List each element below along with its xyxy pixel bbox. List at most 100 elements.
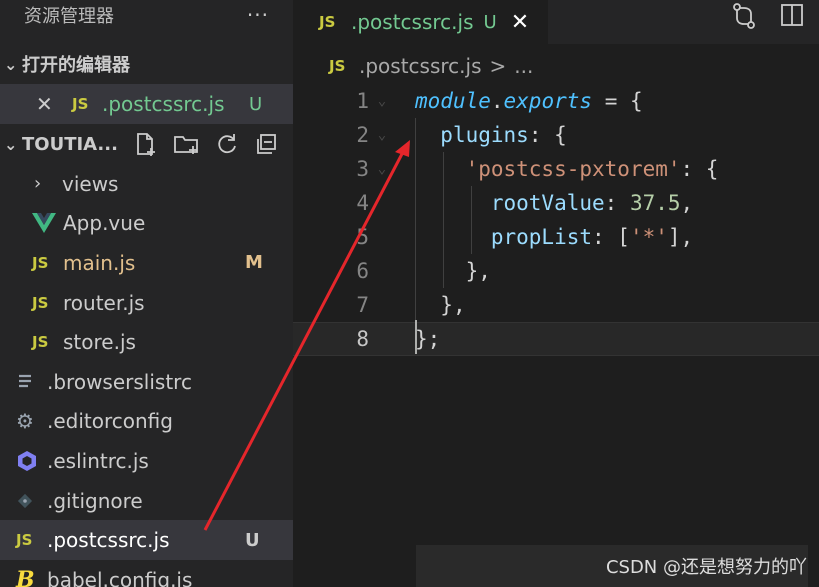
code-text: }, <box>395 293 465 317</box>
gear-icon: ⚙ <box>16 409 34 434</box>
code-text: plugins: { <box>395 123 567 147</box>
open-editors-label: 打开的编辑器 <box>22 55 130 76</box>
tree-item-editorconfig[interactable]: ⚙ .editorconfig <box>0 402 293 442</box>
chevron-down-icon: ⌄ <box>4 134 18 154</box>
lines-file-icon <box>16 373 47 391</box>
tree-item-gitignore[interactable]: .gitignore <box>0 481 293 521</box>
fold-chevron-icon[interactable]: ⌄ <box>369 93 395 109</box>
close-tab-icon[interactable]: ✕ <box>511 10 529 35</box>
code-text: module.exports = { <box>395 89 643 113</box>
git-status-badge: M <box>245 252 263 274</box>
breadcrumb-file[interactable]: .postcssrc.js <box>359 54 482 78</box>
split-editor-icon[interactable] <box>779 2 805 34</box>
breadcrumb-rest[interactable]: ... <box>514 54 533 78</box>
tree-item-label: .gitignore <box>47 488 143 513</box>
tree-item-label: views <box>62 171 119 196</box>
breadcrumb-separator: > <box>489 54 507 78</box>
new-folder-icon[interactable] <box>172 131 200 157</box>
more-actions-icon[interactable]: ··· <box>247 3 269 27</box>
new-file-icon[interactable] <box>132 131 158 157</box>
js-file-icon: JS <box>32 253 49 272</box>
git-icon <box>16 492 47 510</box>
code-text: 'postcss-pxtorem': { <box>395 157 719 181</box>
js-file-icon: JS <box>319 13 336 31</box>
code-text: }; <box>395 327 440 351</box>
git-status-badge: U <box>483 11 497 33</box>
fold-chevron-icon[interactable]: ⌄ <box>369 127 395 143</box>
js-file-icon: JS <box>32 333 49 352</box>
chevron-right-icon: › <box>34 173 42 195</box>
js-file-icon: JS <box>32 293 49 312</box>
js-file-icon: JS <box>329 57 346 75</box>
tree-item-label: .browserslistrc <box>47 369 192 394</box>
open-editors-section-header[interactable]: ⌄ 打开的编辑器 <box>0 44 293 84</box>
project-name: TOUTIA... <box>22 133 118 155</box>
code-line[interactable]: 6 }, <box>293 254 819 288</box>
code-token: propList <box>490 225 593 249</box>
code-token: : <box>604 191 630 215</box>
tree-item-views[interactable]: › views <box>0 164 293 204</box>
code-token: : [ <box>592 225 630 249</box>
tree-item-app-vue[interactable]: App.vue <box>0 204 293 244</box>
line-number: 6 <box>356 259 369 283</box>
project-section-header[interactable]: ⌄ TOUTIA... <box>0 124 293 164</box>
code-line[interactable]: 4 rootValue: 37.5, <box>293 186 819 220</box>
open-editor-item[interactable]: ✕ JS .postcssrc.js U <box>0 84 293 124</box>
tree-item-browserslistrc[interactable]: .browserslistrc <box>0 362 293 402</box>
tree-item-label: .postcssrc.js <box>47 528 170 553</box>
code-token: }; <box>415 327 441 351</box>
code-line[interactable]: 2 ⌄ plugins: { <box>293 118 819 152</box>
explorer-header: 资源管理器 ··· <box>0 0 293 30</box>
open-editor-filename: .postcssrc.js <box>102 92 225 116</box>
tab-bar: JS .postcssrc.js U ✕ <box>293 0 819 44</box>
tree-item-label: main.js <box>63 250 136 275</box>
code-editor[interactable]: 1 ⌄ module.exports = {2 ⌄ plugins: {3 ⌄ 'pos… <box>293 84 819 356</box>
tree-item-babel-config[interactable]: B babel.config.js <box>0 560 293 587</box>
refresh-icon[interactable] <box>214 131 240 157</box>
tree-item-postcssrc[interactable]: JS .postcssrc.js U <box>0 520 293 560</box>
tree-item-label: router.js <box>63 290 145 315</box>
collapse-all-icon[interactable] <box>254 131 280 157</box>
source-control-compare-icon[interactable] <box>731 2 757 34</box>
eslint-icon <box>16 450 47 472</box>
code-token: module <box>415 89 491 113</box>
code-token: }, <box>465 259 491 283</box>
line-number: 2 <box>356 123 369 147</box>
code-token: . <box>490 89 504 113</box>
watermark: CSDN @还是想努力的吖 <box>605 557 807 578</box>
code-token: 'postcss-pxtorem' <box>465 157 681 181</box>
code-token: '*' <box>629 225 668 249</box>
code-token: : { <box>680 157 719 181</box>
line-number: 5 <box>356 225 369 249</box>
code-line[interactable]: 5 propList: ['*'], <box>293 220 819 254</box>
editor-area: JS .postcssrc.js U ✕ JS .postcssrc.js > … <box>293 0 819 587</box>
code-line[interactable]: 7 }, <box>293 288 819 322</box>
tree-item-main-js[interactable]: JS main.js M <box>0 243 293 283</box>
breadcrumb: JS .postcssrc.js > ... <box>293 44 819 88</box>
fold-chevron-icon[interactable]: ⌄ <box>369 161 395 177</box>
line-number: 8 <box>356 327 369 351</box>
tree-item-store-js[interactable]: JS store.js <box>0 322 293 362</box>
tree-item-router-js[interactable]: JS router.js <box>0 283 293 323</box>
close-editor-icon[interactable]: ✕ <box>36 92 72 116</box>
tree-item-eslintrc[interactable]: .eslintrc.js <box>0 441 293 481</box>
line-number: 4 <box>356 191 369 215</box>
code-line[interactable]: 8}; <box>293 322 819 356</box>
tree-item-label: .eslintrc.js <box>47 448 149 473</box>
js-file-icon: JS <box>72 95 89 113</box>
code-line[interactable]: 3 ⌄ 'postcss-pxtorem': { <box>293 152 819 186</box>
text-cursor <box>415 320 417 354</box>
babel-icon: B <box>16 566 35 587</box>
code-line[interactable]: 1 ⌄ module.exports = { <box>293 84 819 118</box>
tab-postcssrc[interactable]: JS .postcssrc.js U ✕ <box>293 0 548 44</box>
code-token: : { <box>528 123 567 147</box>
chevron-down-icon: ⌄ <box>4 54 18 74</box>
vue-file-icon <box>32 213 63 234</box>
